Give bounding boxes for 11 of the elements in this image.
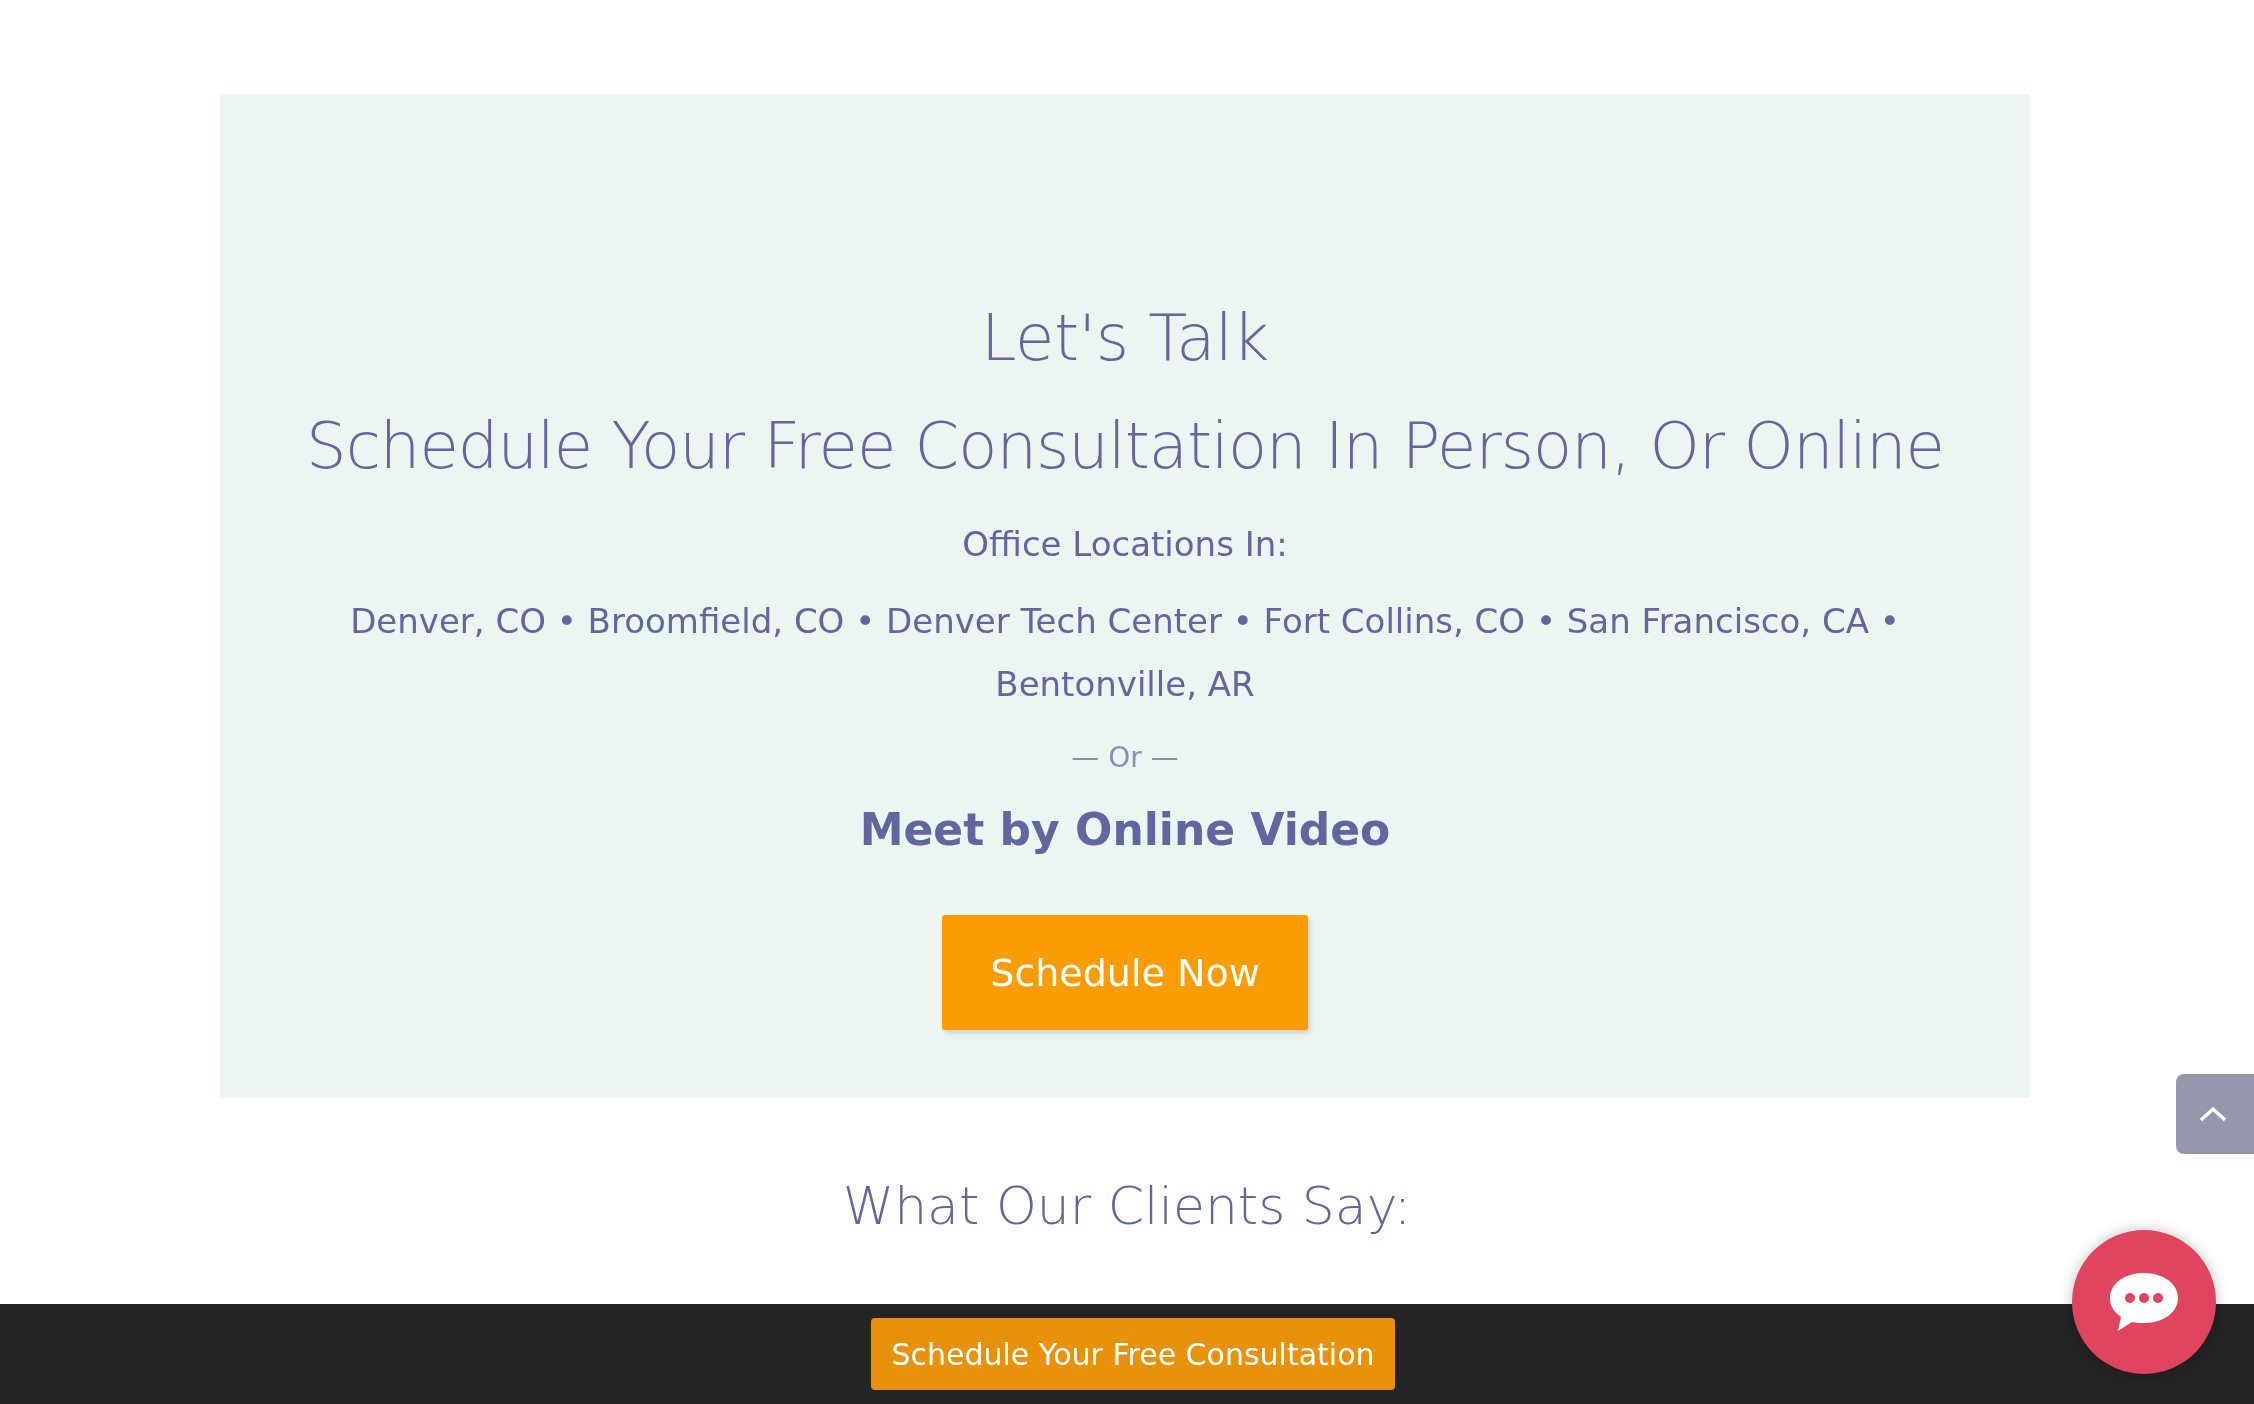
locations-text: Bentonville, AR [995, 663, 1255, 706]
panel-subtitle: Schedule Your Free Consultation In Person, Or Online [306, 408, 1944, 485]
testimonials-heading: What Our Clients Say: [841, 1176, 1413, 1236]
locations-label: Office Locations In: [962, 523, 1288, 566]
consultation-button[interactable]: Schedule Your Free Consultation [871, 1318, 1395, 1390]
chevron-up-icon [2198, 1105, 2228, 1123]
schedule-button[interactable]: Schedule Now [942, 915, 1308, 1030]
panel-title: Let's Talk [981, 300, 1269, 377]
video-heading: Meet by Online Video [859, 803, 1391, 857]
locations-text: Denver, CO • Broomfield, CO • Denver Tech Center • Fort Collins, CO • San Francisco, CA • [350, 600, 1900, 643]
separator-text: — Or — [1071, 740, 1179, 776]
